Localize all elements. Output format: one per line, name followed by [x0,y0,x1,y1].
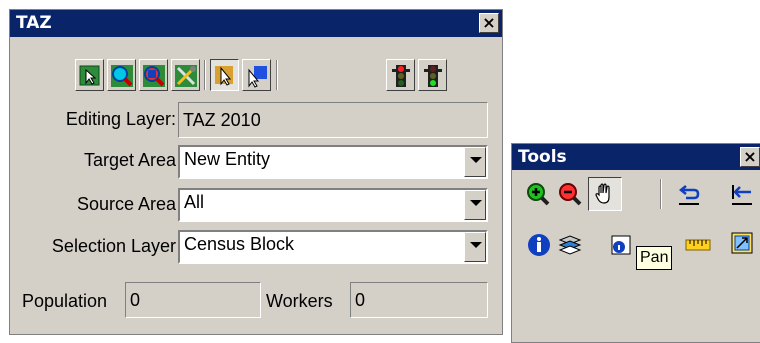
selection-layer-value: Census Block [184,234,295,254]
editing-layer-label: Editing Layer: [65,109,176,129]
target-area-value: New Entity [184,149,271,169]
traffic-light-green-icon [424,65,442,87]
ruler-icon[interactable] [685,232,711,258]
source-area-value: All [184,192,205,212]
zoom-color-icon [143,65,165,87]
select-feature-button[interactable] [75,59,104,91]
population-field: 0 [125,282,261,318]
target-area-select[interactable]: New Entity [178,145,488,179]
pan-tooltip: Pan [636,246,673,270]
pointer-edit-icon [215,66,233,86]
toolbar-separator [204,60,206,90]
target-area-label: Target Area [83,150,176,170]
population-label: Population [22,291,108,311]
selection-layer-select[interactable]: Census Block [178,230,488,264]
workers-field: 0 [350,282,488,318]
traffic-light-red-icon [392,65,410,87]
layers-icon[interactable] [557,232,583,258]
close-icon: × [743,147,757,166]
traffic-light-green-button[interactable] [418,59,447,91]
toolbar-separator [276,60,278,90]
traffic-light-red-button[interactable] [386,59,415,91]
previous-extent-icon[interactable] [729,182,755,208]
zoom-color-button[interactable] [139,59,168,91]
tools-titlebar[interactable]: Tools × [512,144,760,170]
zoom-extent-icon[interactable] [729,230,755,256]
close-button[interactable]: × [479,13,499,33]
pointer-edit-button[interactable] [210,59,239,91]
taz-titlebar[interactable]: TAZ × [10,10,502,37]
tools-title: Tools [518,147,567,167]
info-icon[interactable] [526,232,552,258]
source-area-select[interactable]: All [178,188,488,222]
identify-icon[interactable] [610,232,636,258]
workers-label: Workers [266,291,333,311]
zoom-search-button[interactable] [107,59,136,91]
pan-hand-icon [595,183,610,204]
zoom-search-icon [111,65,133,87]
close-icon: × [482,13,496,32]
toolbar-separator [660,179,662,209]
zoom-in-icon[interactable] [525,181,551,207]
tools-panel: Tools × Pan [511,143,760,343]
zoom-out-icon[interactable] [557,181,583,207]
pan-button[interactable] [588,177,622,211]
editing-layer-field: TAZ 2010 [178,102,488,138]
chevron-down-icon[interactable] [464,147,486,177]
tools-button[interactable] [171,59,200,91]
taz-title: TAZ [16,13,52,33]
close-button[interactable]: × [740,147,760,167]
tools-icon [175,65,197,87]
chevron-down-icon[interactable] [464,190,486,220]
selection-layer-label: Selection Layer [51,236,176,256]
pointer-select-button[interactable] [242,59,271,91]
pointer-select-icon [248,66,267,88]
chevron-down-icon[interactable] [464,232,486,262]
undo-icon[interactable] [676,182,702,208]
select-feature-icon [79,65,100,86]
source-area-label: Source Area [76,194,176,214]
taz-panel: TAZ × Editing Layer: TAZ 2010 Target Are… [9,9,503,335]
